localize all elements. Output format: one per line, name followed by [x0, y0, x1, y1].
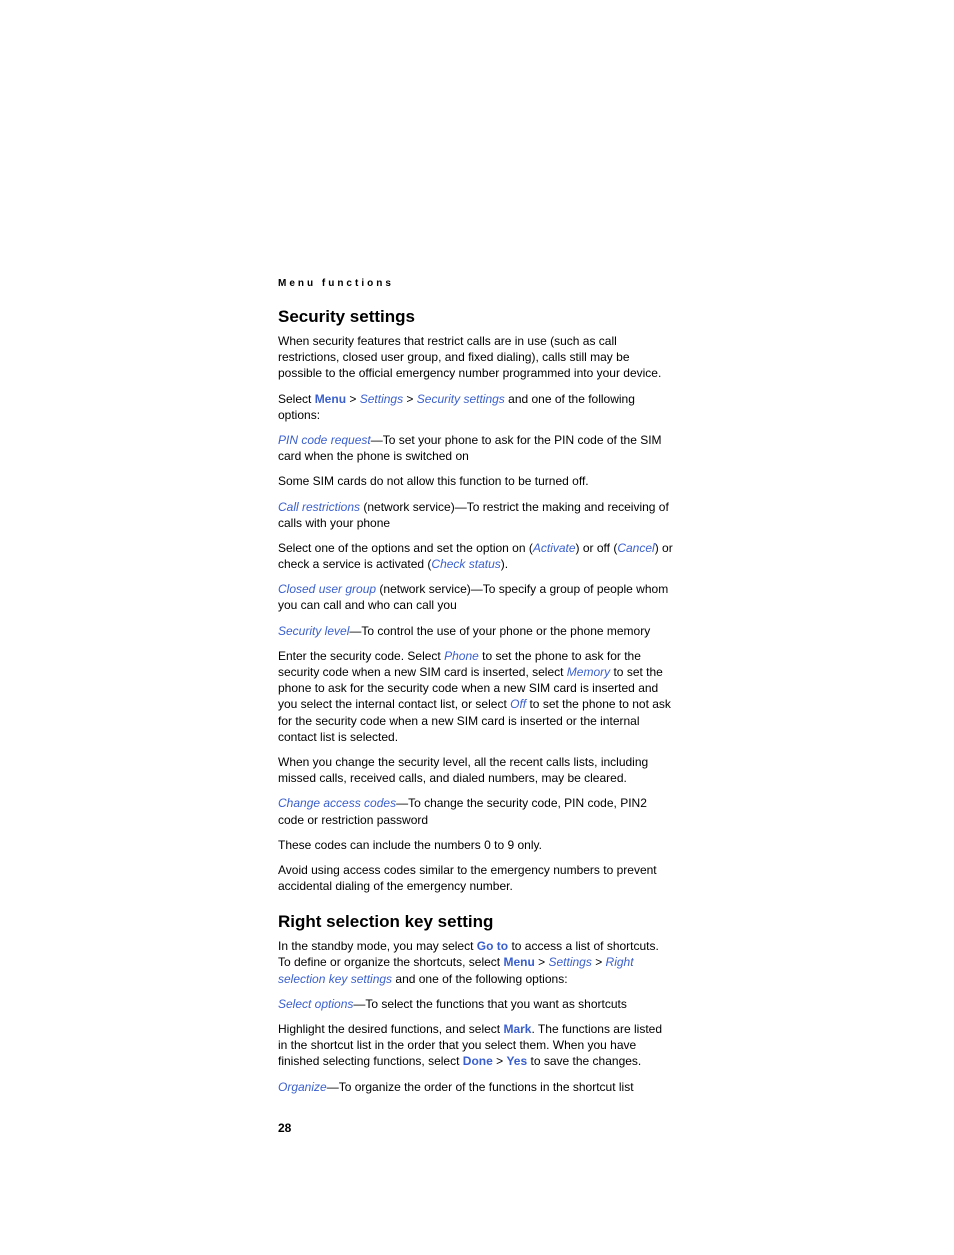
paragraph: Security level—To control the use of you… [278, 623, 674, 639]
paragraph: Select one of the options and set the op… [278, 540, 674, 572]
text: > [592, 955, 606, 969]
ui-label-change-access-codes: Change access codes [278, 796, 396, 810]
paragraph: These codes can include the numbers 0 to… [278, 837, 674, 853]
paragraph: Enter the security code. Select Phone to… [278, 648, 674, 745]
text: and one of the following options: [392, 972, 567, 986]
ui-label-settings: Settings [360, 392, 403, 406]
paragraph: Select Menu > Settings > Security settin… [278, 391, 674, 423]
running-header: Menu functions [278, 278, 674, 289]
ui-label-off: Off [510, 697, 526, 711]
text: to save the changes. [527, 1054, 641, 1068]
text: > [346, 392, 360, 406]
text: Select one of the options and set the op… [278, 541, 533, 555]
paragraph: When security features that restrict cal… [278, 333, 674, 382]
ui-label-phone: Phone [444, 649, 479, 663]
page-number: 28 [278, 1121, 674, 1135]
ui-label-closed-user-group: Closed user group [278, 582, 376, 596]
text: > [535, 955, 549, 969]
paragraph: When you change the security level, all … [278, 754, 674, 786]
heading-right-selection-key-setting: Right selection key setting [278, 912, 674, 932]
ui-label-settings: Settings [549, 955, 592, 969]
text: Highlight the desired functions, and sel… [278, 1022, 503, 1036]
ui-label-mark: Mark [503, 1022, 531, 1036]
paragraph: Some SIM cards do not allow this functio… [278, 473, 674, 489]
paragraph: Closed user group (network service)—To s… [278, 581, 674, 613]
ui-label-security-level: Security level [278, 624, 349, 638]
text: Select [278, 392, 315, 406]
ui-label-go-to: Go to [477, 939, 508, 953]
ui-label-activate: Activate [533, 541, 576, 555]
text: Enter the security code. Select [278, 649, 444, 663]
paragraph: Call restrictions (network service)—To r… [278, 499, 674, 531]
paragraph: Organize—To organize the order of the fu… [278, 1079, 674, 1095]
text: > [403, 392, 417, 406]
paragraph: In the standby mode, you may select Go t… [278, 938, 674, 987]
paragraph: PIN code request—To set your phone to as… [278, 432, 674, 464]
text: ). [501, 557, 508, 571]
paragraph: Highlight the desired functions, and sel… [278, 1021, 674, 1070]
text: ) or off ( [576, 541, 618, 555]
text: —To select the functions that you want a… [353, 997, 626, 1011]
paragraph: Change access codes—To change the securi… [278, 795, 674, 827]
text: —To control the use of your phone or the… [349, 624, 650, 638]
ui-label-memory: Memory [567, 665, 610, 679]
paragraph: Select options—To select the functions t… [278, 996, 674, 1012]
ui-label-cancel: Cancel [617, 541, 654, 555]
ui-label-check-status: Check status [431, 557, 500, 571]
ui-label-menu: Menu [503, 955, 534, 969]
text: —To organize the order of the functions … [327, 1080, 634, 1094]
text: In the standby mode, you may select [278, 939, 477, 953]
text: > [493, 1054, 507, 1068]
ui-label-yes: Yes [506, 1054, 527, 1068]
ui-label-select-options: Select options [278, 997, 353, 1011]
document-page: Menu functions Security settings When se… [0, 0, 954, 1255]
ui-label-call-restrictions: Call restrictions [278, 500, 360, 514]
ui-label-done: Done [463, 1054, 493, 1068]
heading-security-settings: Security settings [278, 307, 674, 327]
ui-label-organize: Organize [278, 1080, 327, 1094]
ui-label-pin-code-request: PIN code request [278, 433, 371, 447]
ui-label-security-settings: Security settings [417, 392, 505, 406]
ui-label-menu: Menu [315, 392, 346, 406]
paragraph: Avoid using access codes similar to the … [278, 862, 674, 894]
